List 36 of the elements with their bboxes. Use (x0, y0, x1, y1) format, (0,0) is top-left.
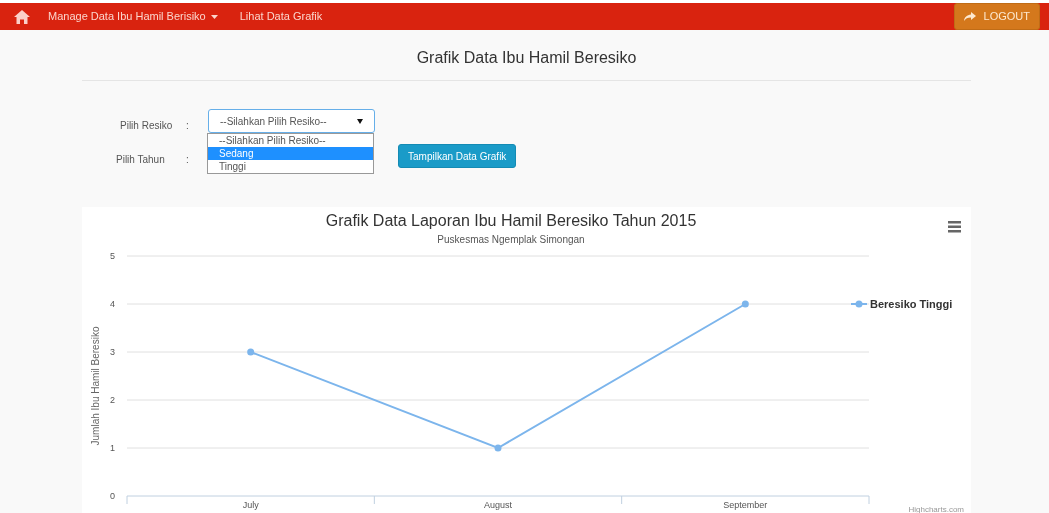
caret-icon (210, 14, 218, 19)
field-label: Pilih Tahun (116, 153, 165, 167)
home-icon[interactable] (14, 9, 30, 24)
select-value: --Silahkan Pilih Resiko-- (220, 114, 327, 129)
x-category-label: July (242, 500, 259, 510)
show-chart-button[interactable]: Tampilkan Data Grafik (398, 144, 517, 168)
y-tick-label: 1 (110, 443, 115, 453)
share-arrow-icon (963, 12, 976, 21)
nav-link[interactable]: Manage Data Ibu Hamil Berisiko (48, 8, 218, 25)
y-tick-label: 5 (110, 251, 115, 261)
colon-text: : (186, 153, 189, 167)
y-tick-label: 0 (110, 491, 115, 501)
colon-text: : (186, 119, 189, 133)
logout-button[interactable]: LOGOUT (953, 3, 1040, 30)
y-axis-title: Jumlah Ibu Hamil Beresiko (90, 326, 101, 446)
data-point[interactable] (247, 348, 255, 356)
nav-link[interactable]: Lihat Data Grafik (239, 8, 323, 25)
y-tick-label: 4 (110, 299, 115, 309)
chart-subtitle: Puskesmas Ngemplak Simongan (437, 234, 585, 245)
x-category-label: August (484, 500, 512, 510)
x-category-label: September (723, 500, 768, 510)
dropdown-arrow-icon (357, 118, 363, 124)
dropdown-option[interactable]: Sedang (208, 147, 373, 160)
chart-title: Grafik Data Laporan Ibu Hamil Beresiko Tahun 2015 (325, 212, 697, 229)
risk-select[interactable]: --Silahkan Pilih Resiko-- (208, 109, 375, 133)
y-tick-label: 2 (110, 395, 115, 405)
y-tick-label: 3 (110, 347, 115, 357)
field-label: Pilih Resiko (120, 119, 173, 133)
dropdown-option[interactable]: --Silahkan Pilih Resiko-- (208, 134, 373, 147)
page-title: Grafik Data Ibu Hamil Beresiko (415, 48, 638, 68)
credits-link[interactable]: Highcharts.com (908, 505, 964, 513)
legend-item[interactable]: Beresiko Tinggi (870, 298, 953, 310)
menu-icon[interactable] (948, 221, 961, 233)
data-point[interactable] (494, 444, 502, 452)
dropdown-option[interactable]: Tinggi (208, 160, 373, 173)
data-point[interactable] (741, 300, 749, 308)
